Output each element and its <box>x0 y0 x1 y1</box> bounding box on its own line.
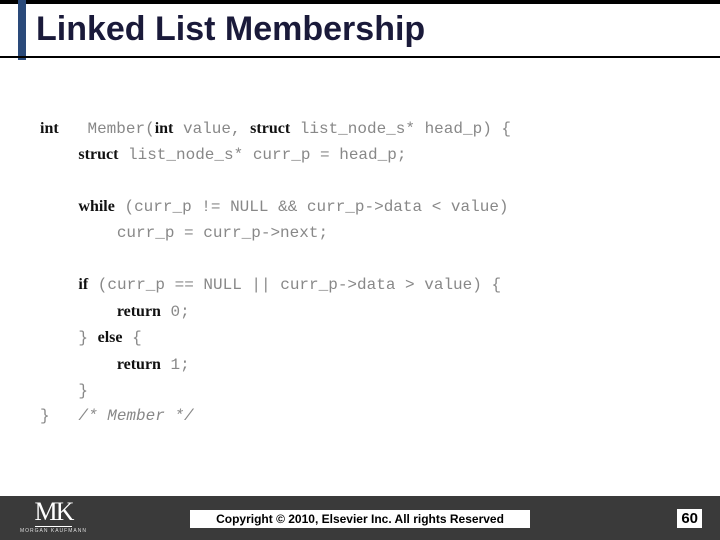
logo-subtext: MORGAN KAUFMANN <box>20 528 87 534</box>
code-line: if (curr_p == NULL || curr_p->data > val… <box>40 276 501 294</box>
code-line: curr_p = curr_p->next; <box>40 224 328 242</box>
top-rule <box>0 0 720 4</box>
code-line: return 0; <box>40 303 190 321</box>
title-underline <box>0 56 720 58</box>
title-accent-bar <box>18 0 26 60</box>
code-line: struct list_node_s* curr_p = head_p; <box>40 146 406 164</box>
kw-int: int <box>40 120 59 137</box>
kw-return: return <box>117 303 161 320</box>
code-line: } /* Member */ <box>40 407 194 425</box>
code-listing: int Member(int value, struct list_node_s… <box>40 90 690 430</box>
slide-title: Linked List Membership <box>36 10 425 49</box>
kw-int: int <box>155 120 174 137</box>
code-line: } else { <box>40 329 142 347</box>
code-line: return 1; <box>40 356 190 374</box>
publisher-logo: MK MORGAN KAUFMANN <box>20 499 87 534</box>
logo-initials: MK <box>35 499 73 527</box>
kw-while: while <box>78 198 114 215</box>
kw-if: if <box>78 276 88 293</box>
code-line: int Member(int value, struct list_node_s… <box>40 120 511 138</box>
footer-bar <box>0 496 720 540</box>
kw-struct: struct <box>250 120 290 137</box>
code-line: } <box>40 382 88 400</box>
kw-struct: struct <box>78 146 118 163</box>
code-comment: /* Member */ <box>78 407 193 425</box>
page-number: 60 <box>677 509 702 528</box>
code-line: while (curr_p != NULL && curr_p->data < … <box>40 198 509 216</box>
kw-else: else <box>98 329 123 346</box>
kw-return: return <box>117 356 161 373</box>
